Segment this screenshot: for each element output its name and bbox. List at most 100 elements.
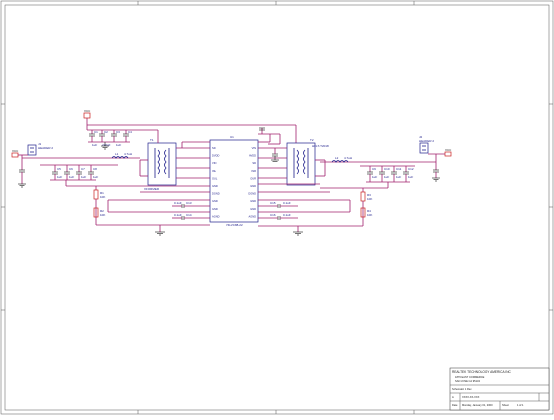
ic-pin-right-label: SD xyxy=(252,161,256,165)
svg-text:1uF: 1uF xyxy=(372,175,377,179)
right-caps: C9 C10 C11 C12 1uF 1uF 1uF 1uF xyxy=(360,165,415,183)
ic-pin-left-label: OUL xyxy=(212,176,218,180)
title-company: REALTEK TECHNOLOGY AMERICA INC xyxy=(452,370,512,374)
top-right-caps xyxy=(258,127,281,162)
ic-pin-right-label: DGND xyxy=(248,192,256,196)
svg-text:4.7uH: 4.7uH xyxy=(344,156,352,160)
svg-text:0.1uF: 0.1uF xyxy=(283,201,291,205)
svg-text:C16: C16 xyxy=(270,213,276,217)
title-block: REALTEK TECHNOLOGY AMERICA INC 1876 EAST… xyxy=(449,367,550,411)
ic-pin-right-label: INR xyxy=(252,169,257,173)
svg-text:L1: L1 xyxy=(115,152,119,156)
right-input-network: VCC C9 C10 C11 C12 1uF 1uF 1uF 1uF L2 4.… xyxy=(320,148,452,189)
svg-text:C3: C3 xyxy=(116,130,120,134)
svg-text:C7: C7 xyxy=(81,167,85,171)
svg-text:C13: C13 xyxy=(186,201,192,205)
ic-pin-left-label: INL xyxy=(212,169,217,173)
right-connector-part: HEADER 2 xyxy=(419,139,434,143)
ic-pin-right-label: GND xyxy=(250,199,256,203)
ic-pin-right-label: OUR xyxy=(250,176,256,180)
outer-frame xyxy=(0,0,554,415)
svg-text:1uF: 1uF xyxy=(81,175,86,179)
left-caps: C5 C6 C7 C8 1uF 1uF 1uF 1uF xyxy=(40,164,118,181)
resistor-r3 xyxy=(360,191,366,202)
left-inductor: L1 4.7uH xyxy=(111,152,132,159)
left-connector[interactable]: J1 HEADER 2 xyxy=(27,142,53,156)
ic-pin-right-label: VIN xyxy=(252,146,256,150)
ic-pin-left-label: DGND xyxy=(212,192,220,196)
title-date-label: Date xyxy=(452,403,458,407)
vcc-right-label: VCC xyxy=(445,148,452,152)
main-ic[interactable]: U1 74LVC88-22 SD DVDD VIN INL OUL GND DGND GND G… xyxy=(209,135,259,227)
zone-ticks xyxy=(1,1,553,414)
svg-text:1uF: 1uF xyxy=(116,143,121,147)
title-address-2: SAN JOSE CA 95134 xyxy=(455,379,480,383)
svg-text:L2: L2 xyxy=(335,156,339,160)
svg-text:C10: C10 xyxy=(384,167,390,171)
svg-text:10K: 10K xyxy=(100,195,105,199)
vcc-top-label: VCC xyxy=(84,109,91,113)
ic-pin-left-label: GND xyxy=(212,199,218,203)
svg-text:1uF: 1uF xyxy=(384,175,389,179)
schematic-sheet: U1 74LVC88-22 SD DVDD VIN INL OUL GND DGND GND G… xyxy=(0,0,554,415)
right-transformer[interactable]: T2 HFLT-T2018 xyxy=(286,138,329,186)
resistor-r1 xyxy=(93,189,99,200)
title-address-1: 1876 EAST COMMERCE xyxy=(455,375,485,379)
left-transformer-part: XFORMER xyxy=(144,187,160,191)
right-transformer-ref: T2 xyxy=(310,138,314,142)
left-transformer[interactable]: T1 XFORMER xyxy=(144,138,177,191)
svg-text:1uF: 1uF xyxy=(69,175,74,179)
ic-pin-left-label: DVDD xyxy=(212,154,219,158)
top-decoupling-caps: C1 C2 C3 C4 1uF 220pF 1uF xyxy=(88,130,132,150)
vcc-left-label: VCC xyxy=(12,149,19,153)
svg-text:10K: 10K xyxy=(367,197,372,201)
title-date-value: Monday, January 01, 2000 xyxy=(462,403,493,407)
svg-text:10K: 10K xyxy=(100,213,105,217)
left-connector-part: HEADER 2 xyxy=(38,146,53,150)
ic-pin-left-label: SD xyxy=(212,146,216,150)
title-sheet-value: 1 of 1 xyxy=(517,403,524,407)
svg-text:C11: C11 xyxy=(396,167,402,171)
svg-text:C8: C8 xyxy=(93,167,97,171)
lower-right-network: R3 10K R4 10K C15 C16 0.1uF 0.1uF xyxy=(258,188,372,236)
title-size: A xyxy=(452,395,454,399)
vcc-top-flag xyxy=(83,112,91,119)
inner-frame xyxy=(4,4,550,411)
svg-text:C12: C12 xyxy=(408,167,414,171)
svg-text:0.1uF: 0.1uF xyxy=(174,201,182,205)
lower-left-network: R1 10K R2 10K C13 C14 0.1uF 0.1uF xyxy=(93,186,210,236)
svg-text:10K: 10K xyxy=(367,213,372,217)
main-ic-ref: U1 xyxy=(230,135,234,139)
svg-text:C4: C4 xyxy=(128,130,132,134)
ic-pin-right-label: GND xyxy=(250,184,256,188)
ic-pin-right-label: AVDD xyxy=(249,154,256,158)
title-doc-number: XXXX-XX-XXX xyxy=(462,395,480,399)
svg-text:1uF: 1uF xyxy=(57,175,62,179)
title-sheet-label: Sheet xyxy=(502,403,509,407)
svg-text:0.1uF: 0.1uF xyxy=(174,213,182,217)
svg-text:C1: C1 xyxy=(94,130,98,134)
svg-text:C5: C5 xyxy=(57,167,61,171)
right-inductor: L2 4.7uH xyxy=(331,156,352,163)
svg-text:1uF: 1uF xyxy=(92,143,97,147)
svg-text:C15: C15 xyxy=(270,201,276,205)
vcc-right-flag xyxy=(444,151,452,157)
svg-text:1uF: 1uF xyxy=(396,175,401,179)
main-ic-part: 74LVC88-22 xyxy=(226,223,243,227)
left-transformer-ref: T1 xyxy=(150,138,154,142)
svg-text:1uF: 1uF xyxy=(408,175,413,179)
svg-text:C2: C2 xyxy=(104,130,108,134)
ic-pin-right-label: AGND xyxy=(249,214,257,218)
schematic-canvas: U1 74LVC88-22 SD DVDD VIN INL OUL GND DGND GND G… xyxy=(0,0,554,415)
right-transformer-part: HFLT-T2018 xyxy=(312,144,329,148)
ground-symbol xyxy=(293,231,303,236)
svg-text:C6: C6 xyxy=(69,167,73,171)
ic-pin-left-label: AGND xyxy=(212,214,220,218)
svg-text:1uF: 1uF xyxy=(93,175,98,179)
ic-pin-right-label: GND xyxy=(250,207,256,211)
title-doc-title: Schematic 1 Rev xyxy=(452,387,472,391)
svg-text:220pF: 220pF xyxy=(102,143,111,147)
ic-pin-left-label: VIN xyxy=(212,161,216,165)
svg-text:0.1uF: 0.1uF xyxy=(283,213,291,217)
right-connector[interactable]: J2 HEADER 2 xyxy=(419,135,434,154)
